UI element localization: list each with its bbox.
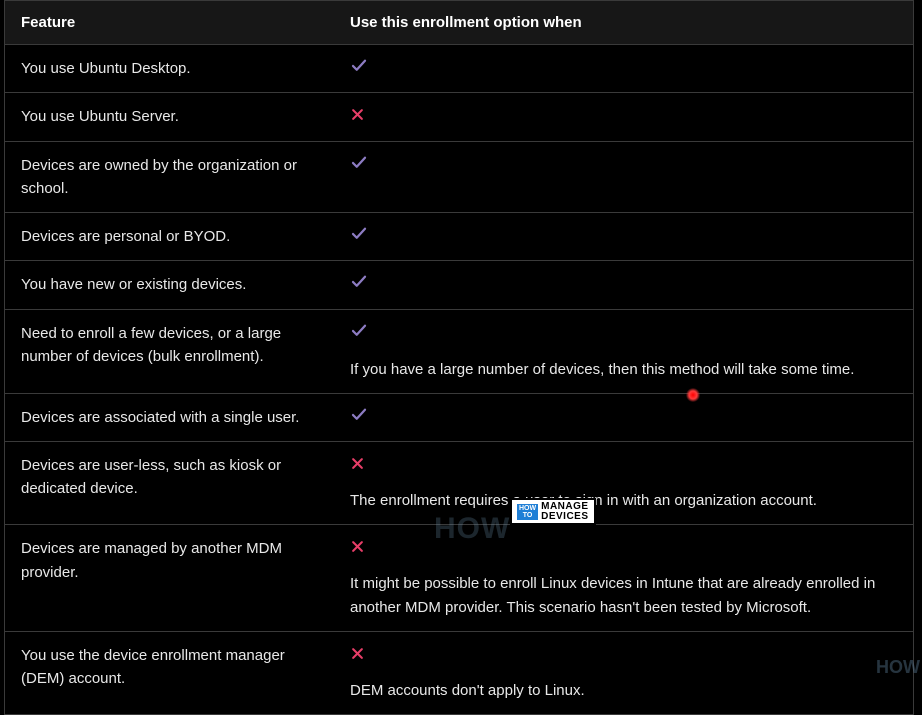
feature-cell: Devices are managed by another MDM provi… xyxy=(4,525,334,632)
enrollment-options-table-container: Feature Use this enrollment option when … xyxy=(4,0,914,715)
check-icon xyxy=(350,322,901,340)
enrollment-options-table: Feature Use this enrollment option when … xyxy=(4,0,914,715)
table-row: You use Ubuntu Server. xyxy=(4,93,914,141)
feature-cell: Devices are personal or BYOD. xyxy=(4,213,334,261)
feature-text: You use the device enrollment manager (D… xyxy=(21,647,285,687)
feature-text: You use Ubuntu Desktop. xyxy=(21,60,191,77)
when-cell xyxy=(334,213,914,261)
when-cell xyxy=(334,142,914,214)
cross-icon xyxy=(350,456,901,471)
table-row: You use Ubuntu Desktop. xyxy=(4,45,914,93)
table-row: You have new or existing devices. xyxy=(4,261,914,309)
feature-cell: Devices are associated with a single use… xyxy=(4,394,334,442)
feature-text: Devices are associated with a single use… xyxy=(21,409,299,426)
cross-icon xyxy=(350,646,901,661)
table-row: Devices are owned by the organization or… xyxy=(4,142,914,214)
header-feature: Feature xyxy=(4,0,334,45)
table-row: Devices are managed by another MDM provi… xyxy=(4,525,914,632)
when-cell: It might be possible to enroll Linux dev… xyxy=(334,525,914,632)
cross-icon xyxy=(350,539,901,554)
detail-text: If you have a large number of devices, t… xyxy=(350,358,901,381)
table-row: Devices are associated with a single use… xyxy=(4,394,914,442)
feature-cell: You use Ubuntu Server. xyxy=(4,93,334,141)
check-icon xyxy=(350,57,901,75)
feature-text: Devices are user-less, such as kiosk or … xyxy=(21,457,281,497)
check-icon xyxy=(350,273,901,291)
feature-cell: Devices are user-less, such as kiosk or … xyxy=(4,442,334,525)
feature-text: Devices are personal or BYOD. xyxy=(21,228,230,245)
feature-cell: Need to enroll a few devices, or a large… xyxy=(4,310,334,394)
when-cell: DEM accounts don't apply to Linux. xyxy=(334,632,914,715)
feature-cell: You use Ubuntu Desktop. xyxy=(4,45,334,93)
check-icon xyxy=(350,406,901,424)
detail-text: DEM accounts don't apply to Linux. xyxy=(350,679,901,702)
table-row: Devices are user-less, such as kiosk or … xyxy=(4,442,914,525)
table-row: Need to enroll a few devices, or a large… xyxy=(4,310,914,394)
check-icon xyxy=(350,154,901,172)
cross-icon xyxy=(350,107,901,122)
when-cell xyxy=(334,394,914,442)
feature-text: Need to enroll a few devices, or a large… xyxy=(21,325,281,365)
feature-text: You use Ubuntu Server. xyxy=(21,108,179,125)
when-cell: If you have a large number of devices, t… xyxy=(334,310,914,394)
header-when: Use this enrollment option when xyxy=(334,0,914,45)
feature-cell: You have new or existing devices. xyxy=(4,261,334,309)
feature-cell: You use the device enrollment manager (D… xyxy=(4,632,334,715)
feature-text: Devices are managed by another MDM provi… xyxy=(21,540,282,580)
detail-text: The enrollment requires a user to sign i… xyxy=(350,489,901,512)
check-icon xyxy=(350,225,901,243)
when-cell xyxy=(334,261,914,309)
when-cell xyxy=(334,45,914,93)
when-cell: The enrollment requires a user to sign i… xyxy=(334,442,914,525)
feature-text: You have new or existing devices. xyxy=(21,276,246,293)
feature-cell: Devices are owned by the organization or… xyxy=(4,142,334,214)
detail-text: It might be possible to enroll Linux dev… xyxy=(350,572,901,619)
feature-text: Devices are owned by the organization or… xyxy=(21,157,297,197)
table-row: Devices are personal or BYOD. xyxy=(4,213,914,261)
when-cell xyxy=(334,93,914,141)
table-row: You use the device enrollment manager (D… xyxy=(4,632,914,715)
